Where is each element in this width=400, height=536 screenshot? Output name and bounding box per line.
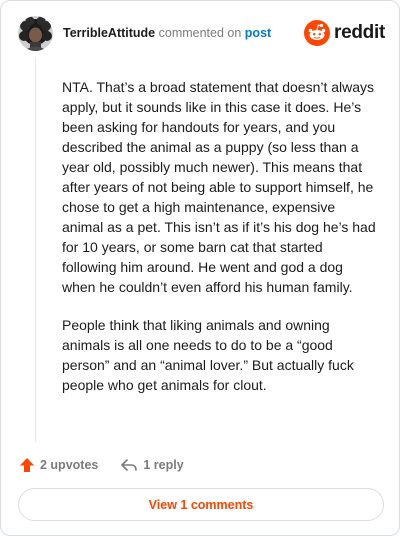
author-name[interactable]: TerribleAttitude <box>63 26 155 40</box>
reply-count: 1 reply <box>143 458 184 472</box>
comment-body: NTA. That’s a broad statement that doesn… <box>62 77 378 413</box>
upvote-button[interactable]: 2 upvotes <box>19 457 98 473</box>
reply-button[interactable]: 1 reply <box>120 458 184 472</box>
thread-line <box>35 57 36 442</box>
reply-arrow-icon <box>121 459 138 471</box>
reddit-logo[interactable]: reddit <box>304 20 385 46</box>
comment-actions: 2 upvotes 1 reply <box>19 453 184 477</box>
upvote-count: 2 upvotes <box>40 458 99 472</box>
comment-card: TerribleAttitude commented on post reddi… <box>0 0 400 536</box>
comment-paragraph: People think that liking animals and own… <box>62 317 354 393</box>
user-avatar[interactable] <box>18 15 53 51</box>
comment-meta: TerribleAttitude commented on post <box>63 25 271 41</box>
reddit-snoo-icon <box>304 20 331 46</box>
curly-hair-avatar-icon <box>18 15 53 51</box>
comment-header: TerribleAttitude commented on post reddi… <box>18 15 385 51</box>
comment-paragraph: NTA. That’s a broad statement that doesn… <box>62 79 376 295</box>
upvote-arrow-icon <box>20 458 34 472</box>
view-comments-button[interactable]: View 1 comments <box>18 488 384 521</box>
post-link[interactable]: post <box>245 26 271 40</box>
action-text: commented on <box>158 26 242 40</box>
brand-wordmark: reddit <box>334 22 385 43</box>
